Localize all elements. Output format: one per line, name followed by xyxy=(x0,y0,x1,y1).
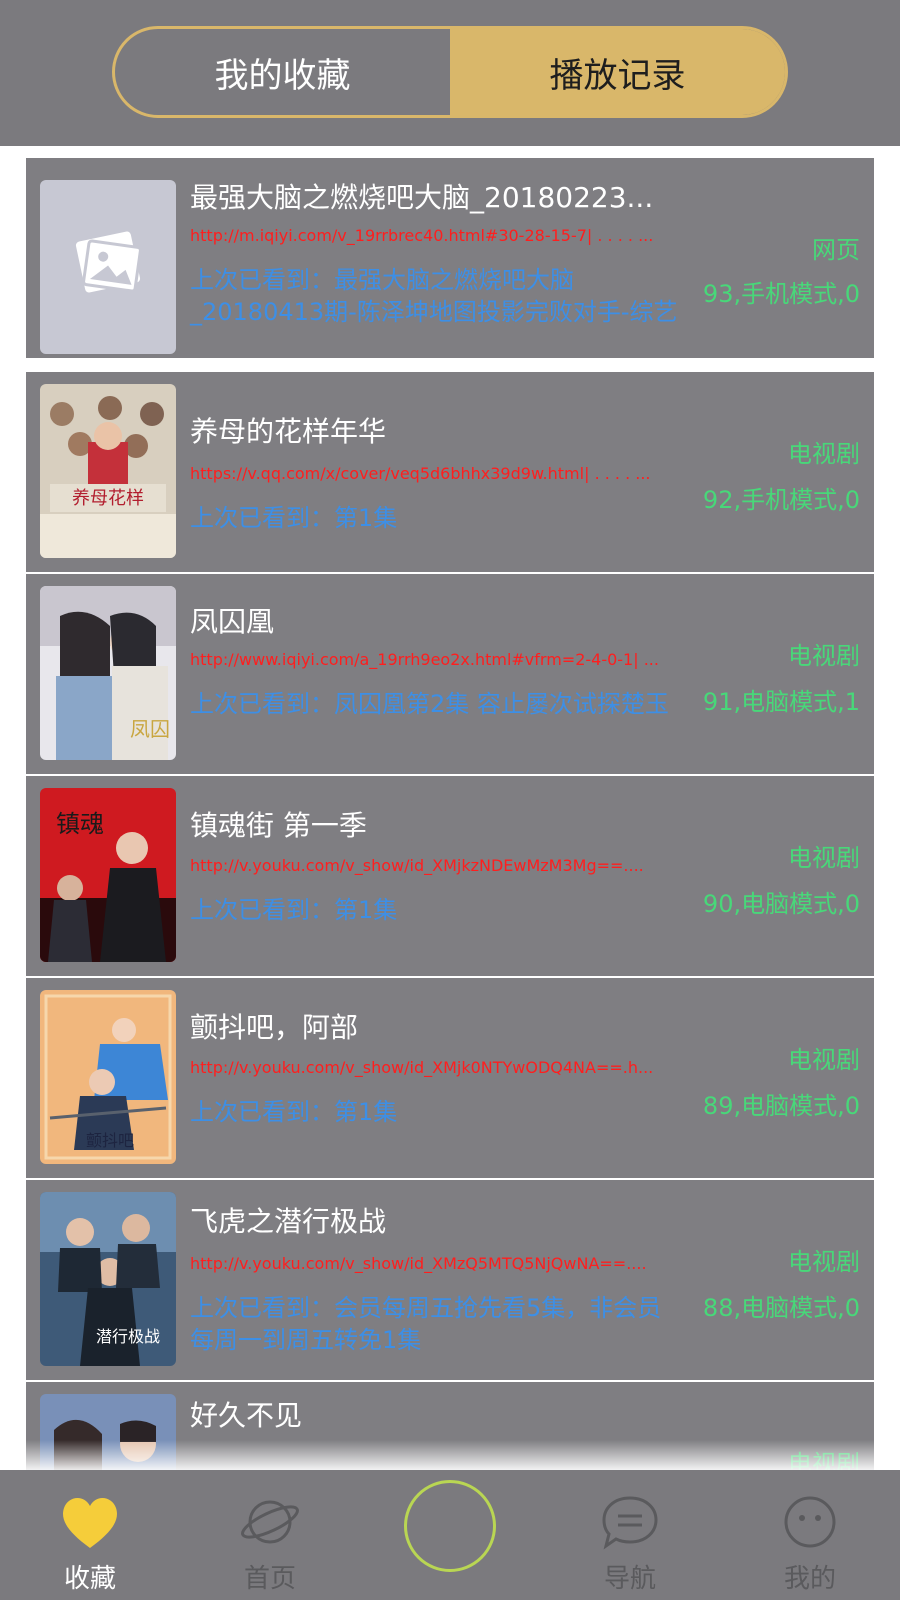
thumbnail: 镇魂 xyxy=(40,788,176,962)
thumbnail-placeholder xyxy=(40,180,176,354)
item-meta: 93,手机模式,0 xyxy=(702,280,860,308)
thumbnail: 潜行极战 xyxy=(40,1192,176,1366)
item-title: 颤抖吧，阿部 xyxy=(190,1011,359,1044)
list-item[interactable]: 凤囚 凤囚凰 http://www.iqiyi.com/a_19rrh9eo2x… xyxy=(26,574,874,774)
smiley-icon xyxy=(784,1496,836,1548)
thumbnail: 养母花样 xyxy=(40,384,176,558)
segmented-tabs: 我的收藏 播放记录 xyxy=(112,26,788,118)
scroll-fade xyxy=(0,1440,900,1470)
item-title: 凤囚凰 xyxy=(190,605,275,638)
header: 我的收藏 播放记录 xyxy=(0,0,900,146)
nav-label: 收藏 xyxy=(63,1564,116,1594)
nav-label: 我的 xyxy=(783,1564,836,1594)
history-list[interactable]: 最强大脑之燃烧吧大脑_20180223... http://m.iqiyi.co… xyxy=(26,158,874,1470)
thumbnail: 凤囚 xyxy=(40,586,176,760)
poster-image: 镇魂 xyxy=(40,788,176,962)
svg-text:养母花样: 养母花样 xyxy=(72,488,144,509)
item-title: 好久不见 xyxy=(190,1399,303,1432)
poster-image: 养母花样 xyxy=(40,384,176,558)
item-meta: 90,电脑模式,0 xyxy=(702,890,860,918)
item-last-watched: 上次已看到：第1集 xyxy=(190,896,398,924)
item-title: 养母的花样年华 xyxy=(190,415,387,448)
nav-mine[interactable]: 我的 xyxy=(720,1470,900,1600)
nav-label: 导航 xyxy=(603,1564,656,1594)
chat-icon xyxy=(602,1496,658,1550)
item-meta: 88,电脑模式,0 xyxy=(702,1294,860,1322)
tab-my-favorites[interactable]: 我的收藏 xyxy=(115,29,450,115)
item-meta: 91,电脑模式,1 xyxy=(702,688,860,716)
item-type: 电视剧 xyxy=(788,642,860,670)
svg-text:潜行极战: 潜行极战 xyxy=(96,1327,160,1346)
svg-text:镇魂: 镇魂 xyxy=(56,810,104,838)
item-url: http://v.youku.com/v_show/id_XMjk0NTYwOD… xyxy=(190,1058,654,1077)
list-item[interactable]: 养母花样 养母的花样年华 https://v.qq.com/x/cover/ve… xyxy=(26,372,874,572)
svg-text:凤囚: 凤囚 xyxy=(130,717,170,741)
item-title: 最强大脑之燃烧吧大脑_20180223... xyxy=(190,181,654,214)
item-url: http://m.iqiyi.com/v_19rrbrec40.html#30-… xyxy=(190,226,654,245)
item-type: 电视剧 xyxy=(788,440,860,468)
poster-image: 潜行极战 xyxy=(40,1192,176,1366)
item-url: http://v.youku.com/v_show/id_XMjkzNDEwMz… xyxy=(190,856,644,875)
item-url: https://v.qq.com/x/cover/veq5d6bhhx39d9w… xyxy=(190,464,651,483)
list-item[interactable]: 颤抖吧 颤抖吧，阿部 http://v.youku.com/v_show/id_… xyxy=(26,978,874,1178)
item-type: 电视剧 xyxy=(788,1248,860,1276)
item-meta: 92,手机模式,0 xyxy=(702,486,860,514)
svg-text:颤抖吧: 颤抖吧 xyxy=(86,1131,134,1150)
nav-guide[interactable]: 导航 xyxy=(540,1470,720,1600)
item-url: http://v.youku.com/v_show/id_XMzQ5MTQ5Nj… xyxy=(190,1254,647,1273)
thumbnail: 颤抖吧 xyxy=(40,990,176,1164)
center-action-button[interactable] xyxy=(404,1480,496,1572)
item-title: 飞虎之潜行极战 xyxy=(190,1205,387,1238)
poster-image: 颤抖吧 xyxy=(40,990,176,1164)
item-last-watched: 上次已看到：第1集 xyxy=(190,1098,398,1126)
item-meta: 89,电脑模式,0 xyxy=(702,1092,860,1120)
item-type: 电视剧 xyxy=(788,1046,860,1074)
list-item[interactable]: 潜行极战 飞虎之潜行极战 http://v.youku.com/v_show/i… xyxy=(26,1180,874,1380)
list-item[interactable]: 最强大脑之燃烧吧大脑_20180223... http://m.iqiyi.co… xyxy=(26,158,874,358)
item-url: http://www.iqiyi.com/a_19rrh9eo2x.html#v… xyxy=(190,650,659,669)
list-item[interactable]: 镇魂 镇魂街 第一季 http://v.youku.com/v_show/id_… xyxy=(26,776,874,976)
item-last-watched: 上次已看到：第1集 xyxy=(190,504,398,532)
nav-favorites[interactable]: 收藏 xyxy=(0,1470,180,1600)
nav-label: 首页 xyxy=(243,1564,296,1594)
planet-icon xyxy=(241,1500,299,1544)
item-last-watched: 上次已看到：会员每周五抢先看5集，非会员每周一到周五转免1集 xyxy=(190,1294,662,1354)
item-title: 镇魂街 第一季 xyxy=(190,809,367,842)
item-type: 电视剧 xyxy=(788,844,860,872)
nav-home[interactable]: 首页 xyxy=(180,1470,360,1600)
heart-icon xyxy=(63,1497,117,1548)
poster-image: 凤囚 xyxy=(40,586,176,760)
image-placeholder-icon xyxy=(40,180,176,354)
item-type: 网页 xyxy=(812,236,860,264)
item-last-watched: 上次已看到：最强大脑之燃烧吧大脑_20180413期-陈泽坤地图投影完败对手-综… xyxy=(190,266,678,326)
item-last-watched: 上次已看到：凤囚凰第2集 容止屡次试探楚玉 xyxy=(190,690,669,718)
tab-play-history[interactable]: 播放记录 xyxy=(450,29,785,115)
